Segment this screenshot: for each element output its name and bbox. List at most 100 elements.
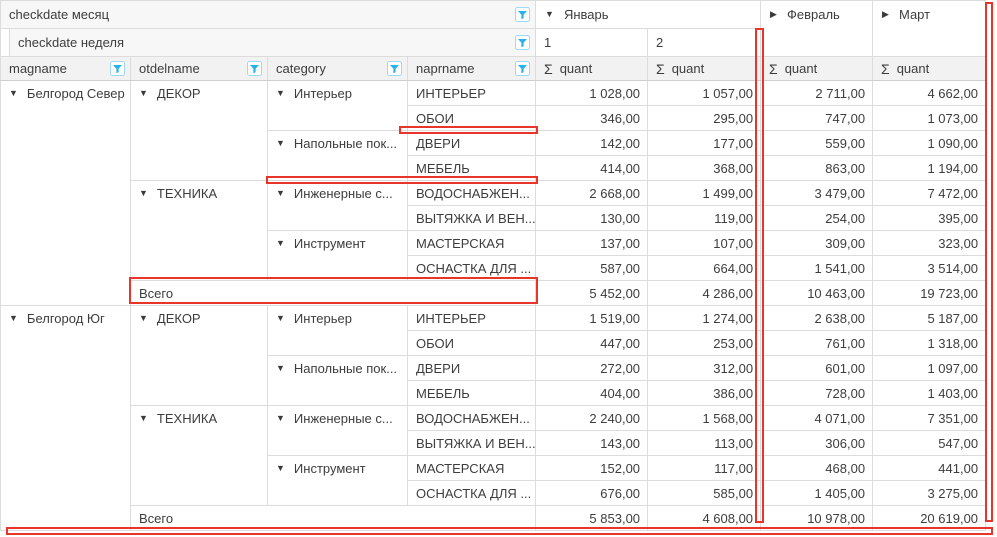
row-group-category[interactable]: ▼Инструмент (268, 456, 408, 506)
value-cell: 863,00 (761, 156, 873, 181)
filter-icon-category[interactable] (387, 61, 402, 76)
field-otdelname-label: otdelname (139, 61, 200, 76)
filter-icon-magname[interactable] (110, 61, 125, 76)
value-cell: 309,00 (761, 231, 873, 256)
row-group-category-label: Инженерные с... (294, 411, 393, 426)
value-cell: 395,00 (873, 206, 986, 231)
row-group-category[interactable]: ▼Напольные пок... (268, 131, 408, 181)
value-cell: 547,00 (873, 431, 986, 456)
row-naprname: ИНТЕРЬЕР (408, 306, 536, 331)
value-cell: 1 499,00 (648, 181, 761, 206)
row-group-otdelname[interactable]: ▼ ДЕКОР (131, 306, 268, 406)
collapse-icon[interactable]: ▼ (276, 239, 285, 248)
collapse-icon[interactable]: ▼ (276, 139, 285, 148)
sigma-icon: Σ (769, 61, 778, 77)
collapse-icon[interactable]: ▼ (276, 464, 285, 473)
row-group-otdelname[interactable]: ▼ТЕХНИКА (131, 181, 268, 281)
row-group-category[interactable]: ▼ Напольные пок... (268, 356, 408, 406)
filter-icon-month[interactable] (515, 7, 530, 22)
total-row-label: Всего (131, 506, 536, 531)
value-cell: 585,00 (648, 481, 761, 506)
row-group-magname[interactable]: ▼ Белгород Север (1, 81, 131, 306)
column-month-1[interactable]: ▶Февраль (761, 1, 873, 57)
value-cell: 1 274,00 (648, 306, 761, 331)
row-group-otdelname-label: ДЕКОР (157, 311, 201, 326)
collapse-icon[interactable]: ▼ (139, 314, 148, 323)
row-group-otdelname[interactable]: ▼ДЕКОР (131, 81, 268, 181)
field-magname[interactable]: magname (1, 57, 131, 81)
row-group-category[interactable]: ▼ Инженерные с... (268, 406, 408, 456)
value-cell: 117,00 (648, 456, 761, 481)
total-row-label: Всего (131, 281, 536, 306)
row-group-magname[interactable]: ▼Белгород Юг (1, 306, 131, 531)
value-cell: 1 028,00 (536, 81, 648, 106)
value-cell: 3 275,00 (873, 481, 986, 506)
value-cell: 4 071,00 (761, 406, 873, 431)
collapse-icon[interactable]: ▼ (139, 189, 148, 198)
row-group-category[interactable]: ▼ Инженерные с... (268, 181, 408, 231)
measure-header[interactable]: Σquant (873, 57, 986, 81)
value-cell: 272,00 (536, 356, 648, 381)
row-group-category-label: Напольные пок... (294, 361, 397, 376)
row-group-category-label: Интерьер (294, 86, 352, 101)
row-group-otdelname[interactable]: ▼ТЕХНИКА (131, 406, 268, 506)
sigma-icon: Σ (881, 61, 890, 77)
value-cell: 2 638,00 (761, 306, 873, 331)
row-group-category[interactable]: ▼ Интерьер (268, 81, 408, 131)
expand-icon[interactable]: ▶ (882, 10, 889, 19)
annotation-divider-right-edge (985, 2, 993, 522)
value-cell: 5 187,00 (873, 306, 986, 331)
value-cell: 312,00 (648, 356, 761, 381)
value-cell: 143,00 (536, 431, 648, 456)
field-category[interactable]: category (268, 57, 408, 81)
expand-icon[interactable]: ▶ (770, 10, 777, 19)
collapse-icon[interactable]: ▼ (276, 414, 285, 423)
field-naprname-label: naprname (416, 61, 475, 76)
row-group-category[interactable]: ▼Интерьер (268, 306, 408, 356)
field-naprname[interactable]: naprname (408, 57, 536, 81)
value-cell: 587,00 (536, 256, 648, 281)
filter-field-month[interactable]: checkdate месяц (1, 1, 536, 29)
sigma-icon: Σ (544, 61, 553, 77)
collapse-icon[interactable]: ▼ (545, 10, 554, 19)
measure-label: quant (672, 61, 705, 76)
column-week-2[interactable]: 2 (648, 29, 761, 57)
row-group-category-label: Инженерные с... (294, 186, 393, 201)
collapse-icon[interactable]: ▼ (139, 89, 148, 98)
measure-header[interactable]: Σquant (648, 57, 761, 81)
collapse-icon[interactable]: ▼ (276, 189, 285, 198)
collapse-icon[interactable]: ▼ (9, 89, 18, 98)
table-row: ▼ТЕХНИКА▼Инженерные с...ВОДОСНАБЖЕН...2 … (1, 406, 986, 431)
value-cell: 3 514,00 (873, 256, 986, 281)
filter-icon-week[interactable] (515, 35, 530, 50)
measure-label: quant (897, 61, 930, 76)
column-month-label: Март (899, 7, 930, 22)
column-month-2[interactable]: ▶ Март (873, 1, 986, 57)
collapse-icon[interactable]: ▼ (276, 314, 285, 323)
pivot-table: checkdate месяц▼Январь▶Февраль▶Мартcheck… (0, 0, 986, 531)
row-group-category[interactable]: ▼Инструмент (268, 231, 408, 281)
filter-icon-otdelname[interactable] (247, 61, 262, 76)
filter-field-week[interactable]: checkdate неделя (1, 29, 536, 57)
pivot-header: checkdate месяц▼Январь▶Февраль▶Мартcheck… (1, 1, 986, 81)
measure-header[interactable]: Σquant (761, 57, 873, 81)
row-naprname: ОБОИ (408, 331, 536, 356)
column-week-1[interactable]: 1 (536, 29, 648, 57)
collapse-icon[interactable]: ▼ (276, 364, 285, 373)
value-cell: 4 286,00 (648, 281, 761, 306)
column-month-label: Январь (564, 7, 609, 22)
collapse-icon[interactable]: ▼ (276, 89, 285, 98)
collapse-icon[interactable]: ▼ (9, 314, 18, 323)
pivot-body: ▼Белгород Север▼ДЕКОР▼ИнтерьерИНТЕРЬЕР1 … (1, 81, 986, 531)
column-month-0[interactable]: ▼ Январь (536, 1, 761, 29)
value-cell: 130,00 (536, 206, 648, 231)
total-row: Всего5 452,004 286,0010 463,0019 723,00 (1, 281, 986, 306)
value-cell: 468,00 (761, 456, 873, 481)
row-group-magname-label: Белгород Север (27, 86, 125, 101)
field-otdelname[interactable]: otdelname (131, 57, 268, 81)
collapse-icon[interactable]: ▼ (139, 414, 148, 423)
filter-icon-naprname[interactable] (515, 61, 530, 76)
value-cell: 113,00 (648, 431, 761, 456)
measure-header[interactable]: Σquant (536, 57, 648, 81)
pivot-grid: checkdate месяц▼Январь▶Февраль▶Мартcheck… (0, 0, 997, 537)
